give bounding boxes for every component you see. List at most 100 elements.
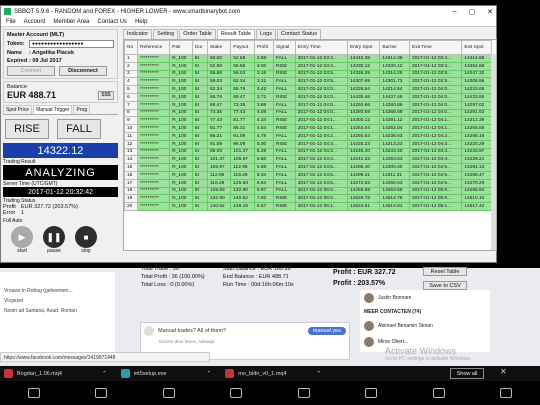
table-row[interactable]: 1 ********** R_100 5t 50.00 52.88 2.88 FALL 2017… <box>124 54 492 63</box>
column-header[interactable]: No <box>124 40 139 55</box>
column-header[interactable]: Pair <box>169 40 193 55</box>
brush-icon[interactable] <box>230 388 243 398</box>
table-row[interactable]: 15 ********** R_100 5t 106.97 112.95 5.98 FALL 2… <box>124 163 492 172</box>
show-all-button[interactable]: Show all <box>450 368 484 379</box>
table-cell: ********** <box>137 186 171 196</box>
menu-file[interactable]: File <box>6 19 16 25</box>
table-cell: FALL <box>272 108 296 118</box>
table-cell: ********** <box>137 155 171 165</box>
column-header[interactable]: Entry Time <box>294 40 349 55</box>
contact-item[interactable]: Abimael Benamin Stoian <box>360 318 490 334</box>
table-row[interactable]: 9 ********** R_100 5t 77.43 81.77 4.34 RISE 2017… <box>124 116 492 126</box>
table-cell: 15 <box>124 163 139 172</box>
profit-percent-label: Profit : <box>333 280 356 287</box>
table-row[interactable]: 4 ********** R_100 5t 59.03 62.34 3.31 FALL 2017… <box>124 77 492 87</box>
column-header[interactable]: Barrier <box>379 40 411 55</box>
table-row[interactable]: 10 ********** R_100 5t 81.77 86.31 4.54 RISE 201… <box>124 124 492 133</box>
download-item[interactable]: mt5setup.exe ⌃ <box>120 369 211 378</box>
download-item[interactable]: Bogdan_1.06.mq4 ⌃ <box>4 369 107 378</box>
table-cell: 14284.13 <box>461 163 492 172</box>
table-row[interactable]: 2 ********** R_100 5t 52.88 55.58 3.00 RISE 2017… <box>124 61 492 71</box>
table-scrollbar[interactable] <box>491 54 496 250</box>
table-row[interactable]: 12 ********** R_100 5t 91.09 96.09 5.00 RISE 201… <box>124 139 492 149</box>
maximize-icon[interactable]: ▢ <box>469 8 476 16</box>
table-cell: 14260.53 <box>379 178 411 188</box>
table-cell: 2017-01-12 04:5... <box>409 178 463 188</box>
column-header[interactable]: Profit <box>253 40 274 55</box>
reset-table-button[interactable]: Reset Table <box>423 267 467 276</box>
table-row[interactable]: 5 ********** R_100 5t 62.34 65.76 3.42 FALL 2017… <box>124 85 492 94</box>
table-cell: 14253.59 <box>379 186 411 196</box>
column-header[interactable]: Stake <box>206 40 232 55</box>
expand-icon[interactable] <box>500 388 513 398</box>
menu-account[interactable]: Account <box>24 19 46 25</box>
download-name: mt5setup.exe <box>133 370 167 377</box>
screenshot-icon[interactable] <box>297 388 310 398</box>
column-header[interactable]: Reference <box>137 40 171 55</box>
connect-button[interactable]: Connect <box>7 66 55 76</box>
table-cell: 8 <box>124 108 139 118</box>
table-row[interactable]: 16 ********** R_100 5t 112.95 119.29 6.34 FALL 2… <box>124 170 492 180</box>
table-cell: 14514.76 <box>379 194 411 204</box>
table-row[interactable]: 13 ********** R_100 5t 96.09 101.37 5.28 FALL 20… <box>124 147 492 157</box>
table-row[interactable]: 6 ********** R_100 5t 65.76 69.47 3.71 RISE 2017… <box>124 92 492 102</box>
table-row[interactable]: 3 ********** R_100 5t 55.88 59.03 3.15 RISE 2017… <box>124 69 492 79</box>
pause-button[interactable]: ❚❚ <box>43 226 65 248</box>
keyboard-icon[interactable] <box>365 388 378 398</box>
stop-button[interactable]: ■ <box>75 226 97 248</box>
tab-order-table[interactable]: Order Table <box>179 29 216 39</box>
profit-percent: 203.57% <box>357 280 386 287</box>
close-downloads-icon[interactable]: ✕ <box>500 367 507 376</box>
table-cell: 5t <box>191 77 208 87</box>
table-row[interactable]: 18 ********** R_100 5t 125.93 132.90 6.97 FALL 2… <box>124 186 492 196</box>
table-row[interactable]: 7 ********** R_100 5t 69.47 73.35 3.88 FALL 2017… <box>124 100 492 110</box>
rise-button[interactable]: RISE <box>5 119 49 139</box>
fb-left-item[interactable]: Vlzgezet <box>0 296 115 306</box>
table-cell: 5t <box>191 155 208 165</box>
menu-help[interactable]: Help <box>135 19 147 25</box>
minimize-icon[interactable]: – <box>453 8 457 16</box>
contact-item[interactable]: Justin Bronnen <box>360 290 490 306</box>
fb-left-item[interactable]: Vrouws in Robug (geheemen... <box>0 286 115 296</box>
home-icon[interactable] <box>95 388 108 398</box>
recent-apps-icon[interactable] <box>162 388 175 398</box>
table-cell: 5.60 <box>253 155 274 165</box>
column-header[interactable]: Exit Spot <box>461 40 492 55</box>
start-button[interactable]: ▶ <box>11 226 33 248</box>
tab-contact-status[interactable]: Contact Status <box>276 29 322 39</box>
column-header[interactable]: Dur <box>191 40 208 55</box>
fb-left-item[interactable]: Nostri ad Santana, Asad, Roman <box>0 306 115 316</box>
column-header[interactable]: Entry Spot <box>346 40 381 55</box>
table-row[interactable]: 14 ********** R_100 5t 101.37 106.97 5.60 FALL 2… <box>124 155 492 165</box>
close-icon[interactable]: ✕ <box>487 8 493 16</box>
download-item[interactable]: mo_bidir_v0_1.mq4 ⌃ <box>225 369 321 378</box>
menu-member-area[interactable]: Member Area <box>53 19 89 25</box>
system-nav-bar <box>0 381 540 405</box>
table-row[interactable]: 8 ********** R_100 5t 73.35 77.43 4.08 FALL 2017… <box>124 108 492 118</box>
tab-prog[interactable]: Prog <box>73 105 90 114</box>
table-row[interactable]: 20 ********** R_100 5t 140.62 149.19 8.57 RISE 2… <box>124 202 492 211</box>
settings-icon[interactable] <box>432 388 445 398</box>
main-tabs: Indicator Setting Order Table Result Tab… <box>123 29 497 39</box>
column-header[interactable]: Signal <box>272 40 296 55</box>
tab-manual-trigger[interactable]: Manual Trigger <box>33 105 73 114</box>
column-header[interactable]: Payout <box>230 40 255 55</box>
back-icon[interactable] <box>27 388 40 398</box>
tab-logs[interactable]: Logs <box>256 29 276 39</box>
chat-prompt: Manual trades? All of them? <box>158 328 227 334</box>
table-row[interactable]: 11 ********** R_100 5t 86.31 91.09 4.78 FALL 201… <box>124 131 492 141</box>
balance-button[interactable]: $$$ <box>98 90 114 100</box>
token-field[interactable]: ●●●●●●●●●●●●●●●●● <box>29 40 114 48</box>
tab-result-table[interactable]: Result Table <box>216 29 256 39</box>
tab-spot-price[interactable]: Spot Price <box>3 105 33 114</box>
disconnect-button[interactable]: Disconnect <box>59 66 107 76</box>
tab-setting[interactable]: Setting <box>153 29 179 39</box>
table-row[interactable]: 17 ********** R_100 5t 119.29 125.93 6.64 FALL 2… <box>124 178 492 188</box>
save-to-csv-button[interactable]: Save to CSV <box>423 281 467 290</box>
table-cell: FALL <box>272 131 296 141</box>
column-header[interactable]: Exit Time <box>409 40 463 55</box>
tab-indicator[interactable]: Indicator <box>123 29 153 39</box>
fall-button[interactable]: FALL <box>57 119 101 139</box>
table-row[interactable]: 19 ********** R_100 5t 132.90 140.62 7.92 RISE 2… <box>124 194 492 204</box>
menu-contact-us[interactable]: Contact Us <box>97 19 127 25</box>
